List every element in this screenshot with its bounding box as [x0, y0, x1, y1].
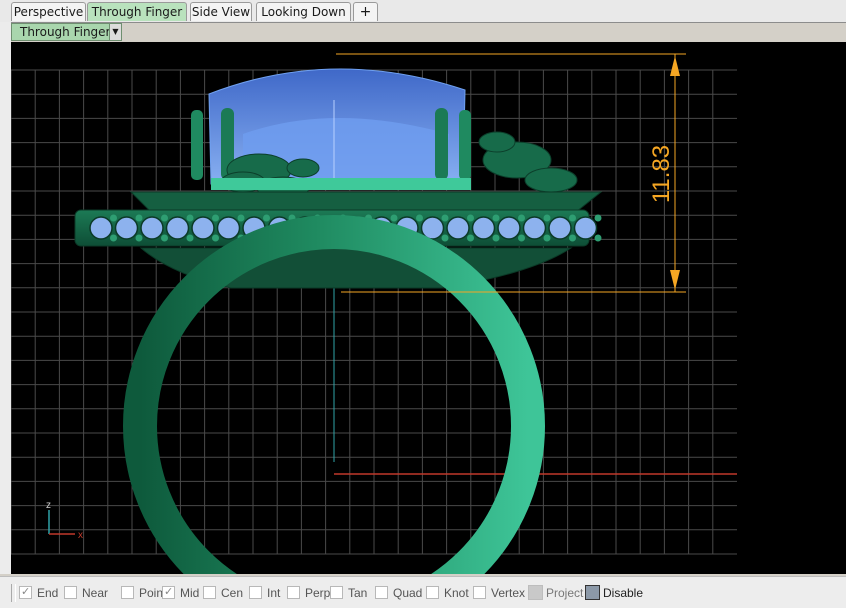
project-toggle[interactable]: Project [528, 585, 584, 600]
halo-bead [110, 214, 117, 222]
halo-bead [467, 234, 474, 242]
osnap-near-checkbox[interactable] [64, 586, 77, 599]
osnap-perp-checkbox[interactable] [287, 586, 300, 599]
osnap-label: Quad [393, 586, 423, 600]
halo-bead [543, 234, 551, 242]
halo-bead [543, 214, 551, 222]
halo-bead [110, 234, 117, 242]
osnap-label: Cen [221, 586, 244, 600]
halo-bead [518, 214, 525, 222]
tab-through-finger[interactable]: Through Finger [87, 2, 187, 21]
chevron-down-icon[interactable]: ▼ [109, 24, 121, 40]
viewport-scene[interactable]: 11.83 z x [11, 42, 846, 574]
halo-gem [471, 216, 496, 240]
halo-bead [441, 234, 449, 242]
halo-gem [89, 216, 113, 240]
osnap-label: Mid [180, 586, 200, 600]
halo-gem [216, 216, 241, 240]
osnap-label: Int [267, 586, 281, 600]
halo-bead [569, 214, 576, 222]
add-tab-button[interactable]: + [353, 2, 378, 21]
halo-bead [237, 214, 245, 222]
halo-bead [416, 214, 423, 222]
osnap-int-checkbox[interactable] [249, 586, 262, 599]
halo-gem [114, 216, 139, 240]
osnap-vertex-checkbox[interactable] [473, 586, 486, 599]
osnap-end-checkbox[interactable] [19, 585, 32, 599]
prong-right-outer [459, 110, 471, 180]
halo-bead [390, 214, 398, 222]
project-toggle-box[interactable] [528, 585, 543, 600]
halo-bead [161, 214, 168, 222]
disable-toggle[interactable]: Disable [585, 585, 645, 600]
disable-label: Disable [603, 586, 644, 600]
osnap-label: Near [82, 586, 109, 600]
osnap-knot-checkbox[interactable] [426, 586, 439, 599]
viewport-title: Through Finger [20, 25, 111, 39]
osnap-status-bar: EndNearPointMidCenIntPerpTanQuadKnotVert… [0, 576, 846, 608]
halo-bead [186, 214, 194, 222]
halo-gem [446, 216, 470, 240]
halo-gem [548, 216, 572, 240]
halo-bead [569, 234, 576, 242]
halo-bead [135, 214, 143, 222]
setting-highlight [211, 178, 471, 190]
osnap-label: End [37, 586, 59, 600]
project-label: Project [546, 586, 584, 600]
left-edge-panel [0, 22, 11, 574]
osnap-label: Vertex [491, 586, 526, 600]
halo-bead [161, 234, 168, 242]
prong-left-outer [191, 110, 203, 180]
setting-platform [129, 191, 603, 213]
prong-right-inner [435, 108, 448, 180]
halo-bead [492, 214, 500, 222]
rose-cluster-right [478, 131, 578, 193]
osnap-label: Perp [305, 586, 331, 600]
halo-bead [186, 234, 194, 242]
tab-perspective[interactable]: Perspective [11, 2, 86, 21]
disable-toggle-box[interactable] [585, 585, 600, 600]
tab-side-view[interactable]: Side View [190, 2, 252, 21]
halo-gem [497, 216, 521, 240]
dimension-value-label: 11.83 [648, 145, 675, 203]
osnap-label: Tan [348, 586, 368, 600]
halo-bead [212, 214, 219, 222]
halo-bead [492, 234, 500, 242]
viewport-title-bar[interactable]: Through Finger ▼ [11, 23, 122, 41]
halo-bead [594, 234, 602, 242]
halo-bead [135, 234, 143, 242]
halo-bead [212, 234, 219, 242]
status-bar-grip[interactable] [11, 584, 16, 602]
axis-gizmo: z x [46, 500, 83, 541]
osnap-cen-checkbox[interactable] [203, 586, 216, 599]
viewport-tab-strip: Perspective Through Finger Side View Loo… [0, 0, 846, 23]
halo-gem [573, 216, 598, 240]
halo-gem [522, 216, 547, 240]
halo-bead [594, 214, 602, 222]
osnap-mid-checkbox[interactable] [162, 585, 175, 599]
viewport-canvas[interactable]: 11.83 z x [11, 42, 846, 574]
halo-gem [140, 216, 164, 240]
osnap-label: Knot [444, 586, 469, 600]
halo-bead [441, 214, 449, 222]
osnap-point-checkbox[interactable] [121, 586, 134, 599]
halo-bead [467, 214, 474, 222]
axis-x-label: x [78, 530, 83, 541]
axis-z-label: z [46, 500, 51, 511]
halo-bead [263, 214, 270, 222]
tab-looking-down[interactable]: Looking Down [256, 2, 351, 21]
osnap-quad-checkbox[interactable] [375, 586, 388, 599]
halo-bead [518, 234, 525, 242]
osnap-tan-checkbox[interactable] [330, 586, 343, 599]
halo-gem [191, 216, 215, 240]
halo-gem [165, 216, 190, 240]
